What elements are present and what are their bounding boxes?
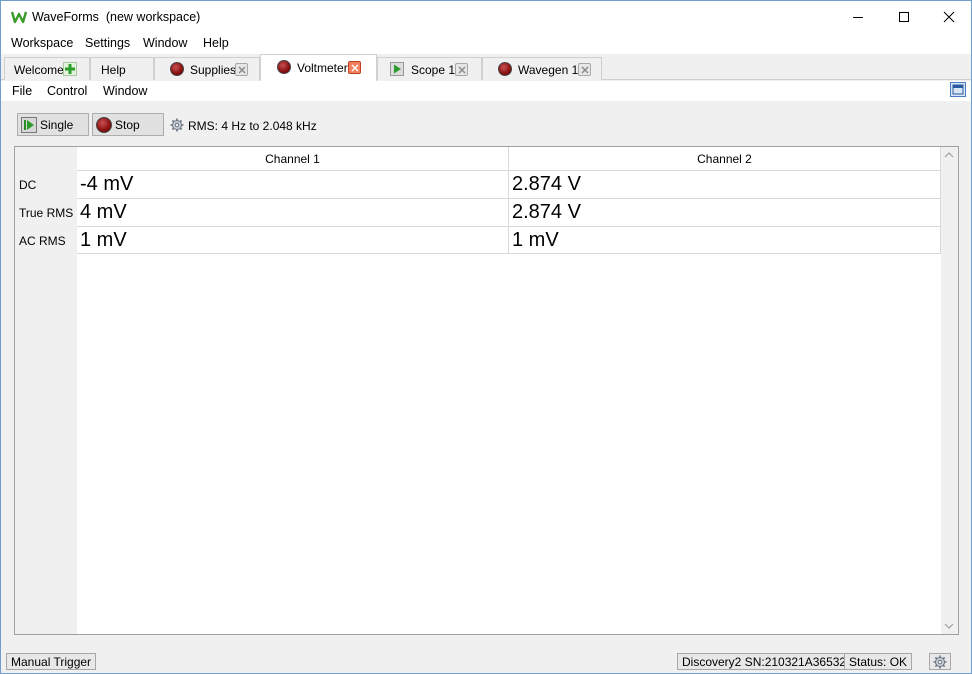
channel-2-value: 1 mV — [509, 226, 941, 254]
tab-label: Help — [101, 63, 126, 77]
gear-icon — [933, 655, 947, 669]
tab-strip: Welcome Help Supplies Voltmeter Scope 1 … — [1, 54, 971, 81]
menu-control[interactable]: Control — [47, 84, 87, 98]
close-icon — [458, 66, 466, 74]
stopped-icon — [277, 60, 291, 74]
window-restore-icon — [952, 84, 964, 95]
stop-icon — [96, 117, 112, 133]
tab-label: Welcome — [14, 63, 64, 77]
channel-1-value: -4 mV — [77, 170, 509, 198]
tab-help[interactable]: Help — [90, 57, 154, 80]
channel-1-value: 1 mV — [77, 226, 509, 254]
manual-trigger-button[interactable]: Manual Trigger — [6, 653, 97, 670]
channel-2-value: 2.874 V — [509, 198, 941, 226]
status-bar: Manual Trigger Discovery2 SN:210321A3653… — [1, 647, 971, 673]
channel-1-value: 4 mV — [77, 198, 509, 226]
gear-icon[interactable] — [170, 118, 184, 132]
row-label: AC RMS — [19, 234, 66, 248]
run-icon — [390, 62, 404, 76]
table-row-ac-rms: AC RMS 1 mV 1 mV — [15, 226, 941, 254]
tab-label: Wavegen 1 — [518, 63, 579, 77]
menu-file[interactable]: File — [12, 84, 32, 98]
column-header-channel-1[interactable]: Channel 1 — [77, 147, 509, 170]
menu-window[interactable]: Window — [103, 84, 147, 98]
app-window: WaveForms (new workspace) Workspace Sett… — [0, 0, 972, 674]
device-settings-button[interactable] — [929, 653, 951, 670]
close-icon — [238, 66, 246, 74]
minimize-icon — [853, 17, 863, 18]
tab-label: Scope 1 — [411, 63, 456, 77]
device-info[interactable]: Discovery2 SN:210321A36532 — [677, 653, 852, 670]
scroll-up-icon[interactable] — [944, 151, 954, 159]
stopped-icon — [498, 62, 512, 76]
maximize-button[interactable] — [881, 1, 927, 33]
add-icon — [63, 62, 77, 76]
column-header-channel-2[interactable]: Channel 2 — [509, 147, 941, 170]
scroll-down-icon[interactable] — [944, 622, 954, 630]
stop-label: Stop — [115, 118, 140, 132]
table-divider — [77, 253, 941, 254]
dock-restore-button[interactable] — [950, 82, 966, 97]
tab-label: Supplies — [190, 63, 237, 77]
status-indicator: Status: OK — [844, 653, 913, 670]
tab-scope-1[interactable]: Scope 1 — [377, 57, 482, 80]
minimize-button[interactable] — [835, 1, 881, 33]
vertical-scrollbar[interactable] — [941, 147, 958, 634]
row-label: True RMS — [19, 206, 74, 220]
table-row-dc: DC -4 mV 2.874 V — [15, 170, 941, 198]
window-title: WaveForms (new workspace) — [32, 10, 201, 24]
tab-close-button[interactable] — [348, 61, 361, 74]
close-icon — [581, 66, 589, 74]
close-icon — [943, 11, 955, 23]
rms-range-label[interactable]: RMS: 4 Hz to 2.048 kHz — [188, 119, 317, 133]
menu-help[interactable]: Help — [203, 36, 229, 50]
tab-supplies[interactable]: Supplies — [154, 57, 260, 80]
main-menubar: Workspace Settings Window Help — [1, 33, 971, 54]
tab-label: Voltmeter — [297, 61, 348, 75]
channel-2-value: 2.874 V — [509, 170, 941, 198]
instrument-menubar: File Control Window — [1, 81, 971, 101]
table-row-true-rms: True RMS 4 mV 2.874 V — [15, 198, 941, 226]
tab-close-button[interactable] — [235, 63, 248, 76]
close-icon — [351, 64, 359, 72]
waveforms-logo-icon — [11, 11, 27, 24]
single-label: Single — [40, 118, 74, 132]
stop-button[interactable]: Stop — [92, 113, 164, 136]
maximize-icon — [899, 12, 909, 22]
close-button[interactable] — [926, 1, 972, 33]
single-run-icon — [21, 117, 37, 133]
tab-voltmeter[interactable]: Voltmeter — [260, 54, 377, 81]
instrument-toolbar: Single Stop RMS: 4 Hz to 2.048 kHz — [1, 101, 971, 145]
row-label: DC — [19, 178, 37, 192]
menu-workspace[interactable]: Workspace — [11, 36, 73, 50]
title-bar[interactable]: WaveForms (new workspace) — [1, 1, 971, 33]
tab-close-button[interactable] — [578, 63, 591, 76]
tab-wavegen-1[interactable]: Wavegen 1 — [482, 57, 602, 80]
single-button[interactable]: Single — [17, 113, 89, 136]
tab-welcome[interactable]: Welcome — [4, 57, 90, 80]
measurement-table: Channel 1 Channel 2 DC -4 mV 2.874 V Tru… — [14, 146, 959, 635]
stopped-icon — [170, 62, 184, 76]
tab-close-button[interactable] — [455, 63, 468, 76]
menu-window[interactable]: Window — [143, 36, 187, 50]
menu-settings[interactable]: Settings — [85, 36, 130, 50]
